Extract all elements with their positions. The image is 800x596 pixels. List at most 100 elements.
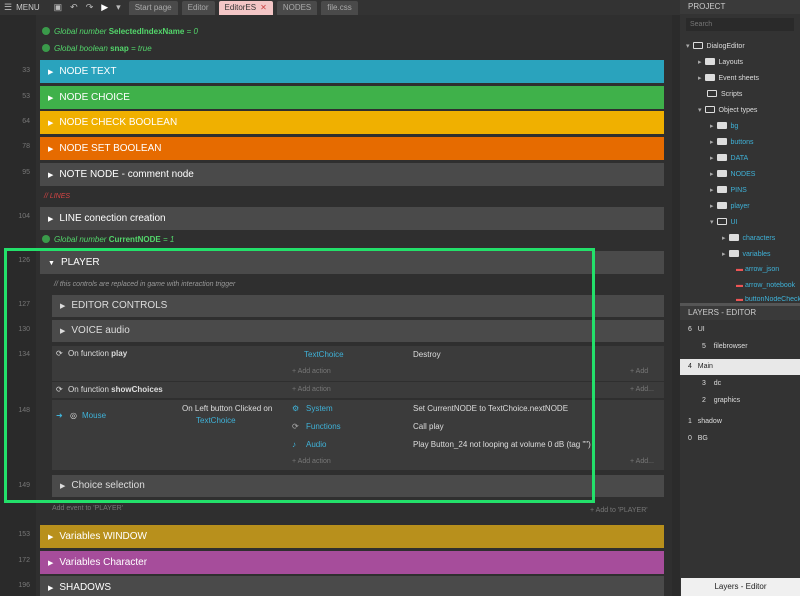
tree-item-bg[interactable]: ▸ bg — [710, 122, 738, 130]
tab-nodes[interactable]: NODES — [276, 0, 318, 15]
group-variables-character[interactable]: ▶ Variables Character — [40, 551, 664, 574]
expand-arrow-icon[interactable]: ▶ — [48, 172, 53, 179]
line-number: 95 — [22, 169, 30, 176]
expand-arrow-icon[interactable]: ▸ — [698, 75, 702, 82]
undo-icon[interactable]: ↶ — [66, 2, 82, 13]
group-node-check-boolean[interactable]: ▶ NODE CHECK BOOLEAN — [40, 111, 664, 134]
layer-item[interactable]: 2 graphics — [680, 393, 800, 409]
layer-item[interactable]: 0 BG — [680, 431, 800, 447]
tree-label: bg — [730, 123, 739, 130]
group-line-connection[interactable]: ▶ LINE conection creation — [40, 207, 664, 230]
save-icon[interactable]: ▣ — [50, 2, 67, 13]
expand-arrow-icon[interactable]: ▸ — [722, 251, 726, 258]
line-number: 196 — [18, 582, 30, 589]
collapse-arrow-icon[interactable]: ▾ — [710, 219, 714, 226]
tree-label: Scripts — [721, 91, 743, 98]
tab-file-css[interactable]: file.css — [321, 0, 358, 15]
expand-arrow-icon[interactable]: ▶ — [48, 216, 53, 223]
expand-arrow-icon[interactable]: ▸ — [710, 139, 714, 146]
group-variables-window[interactable]: ▶ Variables WINDOW — [40, 525, 664, 548]
group-node-choice[interactable]: ▶ NODE CHOICE — [40, 86, 664, 109]
tree-label: PINS — [730, 187, 747, 194]
layer-number: 6 — [688, 326, 692, 333]
expand-arrow-icon[interactable]: ▶ — [48, 534, 53, 541]
group-node-text[interactable]: ▶ NODE TEXT — [40, 60, 664, 83]
tree-label: player — [730, 203, 750, 210]
search-input[interactable]: Search — [686, 18, 794, 31]
tree-item-project[interactable]: ▾ DialogEditor — [686, 42, 745, 50]
group-label: NODE CHOICE — [59, 92, 130, 103]
global-variable-row[interactable]: Global boolean snap = true — [42, 44, 152, 53]
add-event-link[interactable]: Add event to 'PLAYER' — [52, 505, 123, 512]
tree-item-event-sheets[interactable]: ▸ Event sheets — [698, 74, 759, 82]
expand-arrow-icon[interactable]: ▶ — [48, 120, 53, 127]
tree-item-player[interactable]: ▸ player — [710, 202, 750, 210]
global-value: = 0 — [186, 27, 198, 36]
tab-editor[interactable]: Editor — [181, 0, 215, 15]
layer-item-selected[interactable]: 4 Main — [680, 359, 800, 375]
collapse-arrow-icon[interactable]: ▾ — [686, 43, 690, 50]
layer-item[interactable]: 5 filebrowser — [680, 339, 800, 355]
tree-item-arrow-json[interactable]: ▬ arrow_json — [736, 266, 779, 273]
tree-label: buttonNodeCheck — [744, 296, 800, 302]
expand-arrow-icon[interactable]: ▸ — [710, 123, 714, 130]
expand-arrow-icon[interactable]: ▶ — [48, 95, 53, 102]
layer-item[interactable]: 1 shadow — [680, 414, 800, 430]
preview-dropdown-icon[interactable]: ▾ — [112, 2, 125, 13]
group-note-node[interactable]: ▶ NOTE NODE - comment node — [40, 163, 664, 186]
expand-arrow-icon[interactable]: ▶ — [48, 585, 53, 592]
expand-arrow-icon[interactable]: ▸ — [722, 235, 726, 242]
tab-start-page[interactable]: Start page — [128, 0, 178, 15]
group-label: Variables Character — [59, 557, 148, 568]
tab-layers-editor[interactable]: Layers - Editor — [681, 578, 800, 596]
tree-item-nodes[interactable]: ▸ NODES — [710, 170, 755, 178]
expand-arrow-icon[interactable]: ▸ — [710, 187, 714, 194]
menu-button[interactable]: MENU — [16, 3, 40, 12]
add-link[interactable]: + Add... — [630, 458, 654, 465]
tab-editores[interactable]: EditorES ✕ — [218, 0, 273, 15]
group-node-set-boolean[interactable]: ▶ NODE SET BOOLEAN — [40, 137, 664, 160]
tree-item-characters[interactable]: ▸ characters — [722, 234, 775, 242]
line-number: 53 — [22, 93, 30, 100]
group-shadows[interactable]: ▶ SHADOWS — [40, 576, 664, 596]
globe-icon — [42, 44, 50, 52]
global-value: = true — [130, 44, 152, 53]
tree-item-variables[interactable]: ▸ variables — [722, 250, 771, 258]
tree-item-object-types[interactable]: ▾ Object types — [698, 106, 757, 114]
expand-arrow-icon[interactable]: ▸ — [698, 59, 702, 66]
close-tab-icon[interactable]: ✕ — [260, 3, 267, 12]
layer-item[interactable]: 6 UI — [680, 322, 800, 338]
add-link[interactable]: + Add... — [630, 386, 654, 393]
expand-arrow-icon[interactable]: ▸ — [710, 171, 714, 178]
redo-icon[interactable]: ↷ — [82, 2, 98, 13]
tree-item-data[interactable]: ▸ DATA — [710, 154, 748, 162]
tree-item-ui[interactable]: ▾ UI — [710, 218, 738, 226]
add-to-group-link[interactable]: + Add to 'PLAYER' — [590, 507, 648, 514]
expand-arrow-icon[interactable]: ▶ — [48, 69, 53, 76]
tree-item-pins[interactable]: ▸ PINS — [710, 186, 747, 194]
sprite-icon: ▬ — [736, 282, 745, 289]
expand-arrow-icon[interactable]: ▸ — [710, 155, 714, 162]
folder-icon — [728, 250, 739, 257]
global-variable-row[interactable]: Global number SelectedIndexName = 0 — [42, 27, 198, 36]
expand-arrow-icon[interactable]: ▶ — [48, 146, 53, 153]
add-link[interactable]: + Add — [630, 368, 648, 375]
menu-icon[interactable]: ☰ — [0, 2, 16, 13]
tree-label: Event sheets — [718, 75, 759, 82]
expand-arrow-icon[interactable]: ▸ — [710, 203, 714, 210]
folder-icon — [716, 186, 727, 193]
expand-arrow-icon[interactable]: ▶ — [48, 560, 53, 567]
collapse-arrow-icon[interactable]: ▾ — [698, 107, 702, 114]
tree-item-arrow-notebook[interactable]: ▬ arrow_notebook — [736, 282, 795, 289]
tree-item-layouts[interactable]: ▸ Layouts — [698, 58, 743, 66]
global-variable-row[interactable]: Global number CurrentNODE = 1 — [42, 235, 174, 244]
layer-item[interactable]: 3 dc — [680, 376, 800, 392]
comment-lines[interactable]: // LINES — [44, 193, 70, 200]
global-name: snap — [110, 44, 129, 53]
tree-item-button-node-check[interactable]: ▬ buttonNodeCheck — [736, 296, 800, 302]
tree-item-scripts[interactable]: Scripts — [707, 90, 742, 98]
play-icon[interactable]: ▶ — [97, 2, 112, 13]
tree-item-buttons[interactable]: ▸ buttons — [710, 138, 753, 146]
project-panel-title: PROJECT — [680, 0, 800, 14]
folder-icon — [704, 106, 715, 113]
